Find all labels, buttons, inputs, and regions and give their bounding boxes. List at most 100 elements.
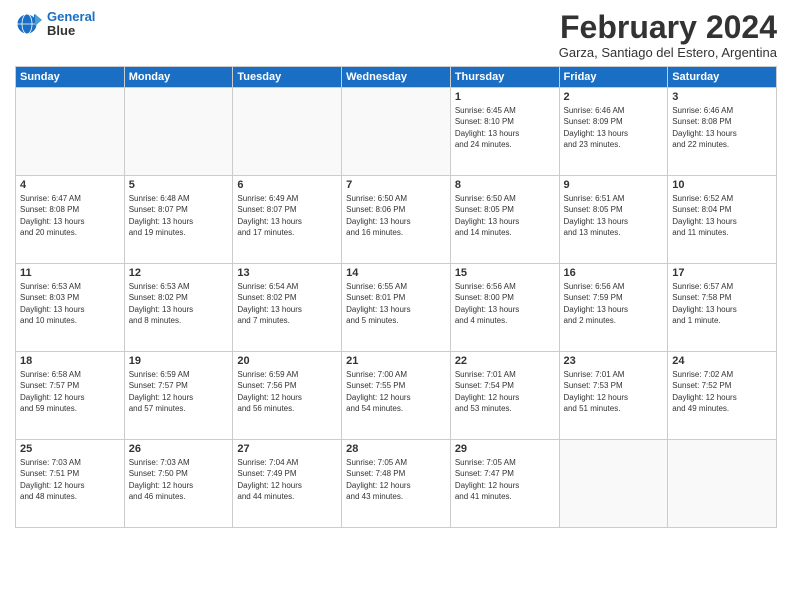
calendar-cell: 17Sunrise: 6:57 AM Sunset: 7:58 PM Dayli…: [668, 264, 777, 352]
calendar-cell: 20 Sunrise: 6:59 AM Sunset: 7:56 PM Dayli…: [233, 352, 342, 440]
calendar-cell: 18Sunrise: 6:58 AM Sunset: 7:57 PM Dayli…: [16, 352, 125, 440]
day-info: Sunrise: 6:57 AM Sunset: 7:58 PM Dayligh…: [672, 281, 772, 326]
day-number: 5: [129, 179, 229, 191]
calendar-cell: [233, 88, 342, 176]
title-section: February 2024 Garza, Santiago del Estero…: [559, 10, 777, 60]
calendar-cell: 19 Sunrise: 6:59 AM Sunset: 7:57 PM Dayli…: [124, 352, 233, 440]
header-wednesday: Wednesday: [342, 67, 451, 88]
calendar-cell: 13 Sunrise: 6:54 AM Sunset: 8:02 PM Dayli…: [233, 264, 342, 352]
day-info: Sunrise: 6:46 AM Sunset: 8:09 PM Dayligh…: [564, 105, 664, 150]
day-number: 21: [346, 355, 446, 367]
header: General Blue February 2024 Garza, Santia…: [15, 10, 777, 60]
logo: General Blue: [15, 10, 95, 39]
day-info: Sunrise: 7:02 AM Sunset: 7:52 PM Dayligh…: [672, 369, 772, 414]
day-number: 18: [20, 355, 120, 367]
calendar-cell: [559, 440, 668, 528]
day-number: 14: [346, 267, 446, 279]
day-info: Sunrise: 6:56 AM Sunset: 7:59 PM Dayligh…: [564, 281, 664, 326]
header-friday: Friday: [559, 67, 668, 88]
day-number: 26: [129, 443, 229, 455]
day-number: 15: [455, 267, 555, 279]
day-info: Sunrise: 7:03 AM Sunset: 7:51 PM Dayligh…: [20, 457, 120, 502]
calendar-cell: [342, 88, 451, 176]
subtitle: Garza, Santiago del Estero, Argentina: [559, 45, 777, 60]
logo-text: General Blue: [47, 10, 95, 39]
day-number: 16: [564, 267, 664, 279]
day-info: Sunrise: 6:51 AM Sunset: 8:05 PM Dayligh…: [564, 193, 664, 238]
day-number: 29: [455, 443, 555, 455]
day-info: Sunrise: 7:00 AM Sunset: 7:55 PM Dayligh…: [346, 369, 446, 414]
day-number: 12: [129, 267, 229, 279]
calendar-cell: 25 Sunrise: 7:03 AM Sunset: 7:51 PM Dayli…: [16, 440, 125, 528]
day-number: 22: [455, 355, 555, 367]
calendar-cell: 26Sunrise: 7:03 AM Sunset: 7:50 PM Dayli…: [124, 440, 233, 528]
day-info: Sunrise: 7:01 AM Sunset: 7:54 PM Dayligh…: [455, 369, 555, 414]
calendar-cell: 21 Sunrise: 7:00 AM Sunset: 7:55 PM Dayli…: [342, 352, 451, 440]
day-number: 1: [455, 91, 555, 103]
day-info: Sunrise: 7:05 AM Sunset: 7:48 PM Dayligh…: [346, 457, 446, 502]
day-info: Sunrise: 6:56 AM Sunset: 8:00 PM Dayligh…: [455, 281, 555, 326]
calendar-cell: [124, 88, 233, 176]
day-number: 23: [564, 355, 664, 367]
day-info: Sunrise: 7:05 AM Sunset: 7:47 PM Dayligh…: [455, 457, 555, 502]
header-monday: Monday: [124, 67, 233, 88]
day-info: Sunrise: 6:46 AM Sunset: 8:08 PM Dayligh…: [672, 105, 772, 150]
day-number: 10: [672, 179, 772, 191]
page: General Blue February 2024 Garza, Santia…: [0, 0, 792, 612]
week-row-2: 11 Sunrise: 6:53 AM Sunset: 8:03 PM Dayli…: [16, 264, 777, 352]
day-number: 20: [237, 355, 337, 367]
day-info: Sunrise: 6:47 AM Sunset: 8:08 PM Dayligh…: [20, 193, 120, 238]
day-info: Sunrise: 6:59 AM Sunset: 7:56 PM Dayligh…: [237, 369, 337, 414]
day-number: 4: [20, 179, 120, 191]
day-number: 13: [237, 267, 337, 279]
day-info: Sunrise: 6:53 AM Sunset: 8:03 PM Dayligh…: [20, 281, 120, 326]
day-info: Sunrise: 6:59 AM Sunset: 7:57 PM Dayligh…: [129, 369, 229, 414]
day-info: Sunrise: 6:54 AM Sunset: 8:02 PM Dayligh…: [237, 281, 337, 326]
day-info: Sunrise: 6:53 AM Sunset: 8:02 PM Dayligh…: [129, 281, 229, 326]
day-number: 6: [237, 179, 337, 191]
header-thursday: Thursday: [450, 67, 559, 88]
calendar-cell: 6 Sunrise: 6:49 AM Sunset: 8:07 PM Daylig…: [233, 176, 342, 264]
day-number: 7: [346, 179, 446, 191]
calendar-cell: 7 Sunrise: 6:50 AM Sunset: 8:06 PM Daylig…: [342, 176, 451, 264]
day-info: Sunrise: 6:45 AM Sunset: 8:10 PM Dayligh…: [455, 105, 555, 150]
day-info: Sunrise: 6:48 AM Sunset: 8:07 PM Dayligh…: [129, 193, 229, 238]
day-info: Sunrise: 6:50 AM Sunset: 8:05 PM Dayligh…: [455, 193, 555, 238]
calendar-cell: 11 Sunrise: 6:53 AM Sunset: 8:03 PM Dayli…: [16, 264, 125, 352]
week-row-3: 18Sunrise: 6:58 AM Sunset: 7:57 PM Dayli…: [16, 352, 777, 440]
week-row-4: 25 Sunrise: 7:03 AM Sunset: 7:51 PM Dayli…: [16, 440, 777, 528]
calendar-cell: 9Sunrise: 6:51 AM Sunset: 8:05 PM Daylig…: [559, 176, 668, 264]
day-number: 19: [129, 355, 229, 367]
month-title: February 2024: [559, 10, 777, 45]
calendar-cell: 22 Sunrise: 7:01 AM Sunset: 7:54 PM Dayli…: [450, 352, 559, 440]
day-number: 11: [20, 267, 120, 279]
day-number: 27: [237, 443, 337, 455]
calendar-cell: 4 Sunrise: 6:47 AM Sunset: 8:08 PM Daylig…: [16, 176, 125, 264]
header-sunday: Sunday: [16, 67, 125, 88]
header-row: Sunday Monday Tuesday Wednesday Thursday…: [16, 67, 777, 88]
calendar-cell: 12 Sunrise: 6:53 AM Sunset: 8:02 PM Dayli…: [124, 264, 233, 352]
calendar-cell: 24Sunrise: 7:02 AM Sunset: 7:52 PM Dayli…: [668, 352, 777, 440]
calendar-cell: 3 Sunrise: 6:46 AM Sunset: 8:08 PM Daylig…: [668, 88, 777, 176]
calendar-cell: 14 Sunrise: 6:55 AM Sunset: 8:01 PM Dayli…: [342, 264, 451, 352]
calendar-cell: 5 Sunrise: 6:48 AM Sunset: 8:07 PM Daylig…: [124, 176, 233, 264]
header-saturday: Saturday: [668, 67, 777, 88]
calendar-cell: 15 Sunrise: 6:56 AM Sunset: 8:00 PM Dayli…: [450, 264, 559, 352]
calendar-cell: 23Sunrise: 7:01 AM Sunset: 7:53 PM Dayli…: [559, 352, 668, 440]
header-tuesday: Tuesday: [233, 67, 342, 88]
day-info: Sunrise: 6:50 AM Sunset: 8:06 PM Dayligh…: [346, 193, 446, 238]
day-info: Sunrise: 6:55 AM Sunset: 8:01 PM Dayligh…: [346, 281, 446, 326]
calendar-cell: 8Sunrise: 6:50 AM Sunset: 8:05 PM Daylig…: [450, 176, 559, 264]
calendar-cell: [668, 440, 777, 528]
calendar-cell: 2Sunrise: 6:46 AM Sunset: 8:09 PM Daylig…: [559, 88, 668, 176]
calendar-cell: 16 Sunrise: 6:56 AM Sunset: 7:59 PM Dayli…: [559, 264, 668, 352]
day-number: 3: [672, 91, 772, 103]
day-number: 25: [20, 443, 120, 455]
calendar-cell: 1 Sunrise: 6:45 AM Sunset: 8:10 PM Daylig…: [450, 88, 559, 176]
calendar-table: Sunday Monday Tuesday Wednesday Thursday…: [15, 66, 777, 528]
calendar-cell: 29 Sunrise: 7:05 AM Sunset: 7:47 PM Dayli…: [450, 440, 559, 528]
calendar-cell: 10Sunrise: 6:52 AM Sunset: 8:04 PM Dayli…: [668, 176, 777, 264]
week-row-1: 4 Sunrise: 6:47 AM Sunset: 8:08 PM Daylig…: [16, 176, 777, 264]
calendar-cell: 28Sunrise: 7:05 AM Sunset: 7:48 PM Dayli…: [342, 440, 451, 528]
day-info: Sunrise: 6:49 AM Sunset: 8:07 PM Dayligh…: [237, 193, 337, 238]
